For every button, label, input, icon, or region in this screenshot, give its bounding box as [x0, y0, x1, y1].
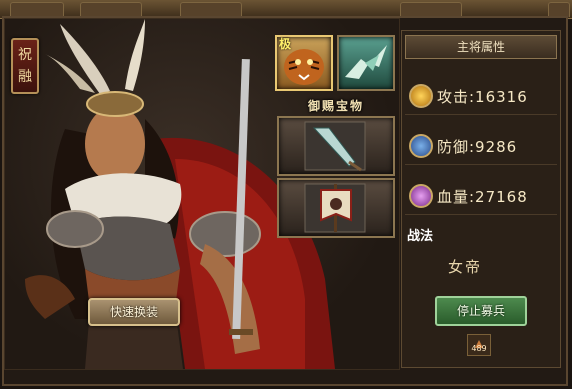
stop-recruit-button[interactable]: 停止募兵 [435, 296, 527, 326]
treasure-slot-spear[interactable] [277, 116, 395, 176]
attack-row: 攻击:16316 [405, 80, 557, 115]
recruit-count: 489 [471, 344, 487, 353]
top-tab[interactable] [180, 2, 242, 17]
close-icon[interactable] [548, 2, 570, 17]
quick-change-equipment-button[interactable]: 快速换装 [88, 298, 180, 326]
hp-row: 血量:27168 [405, 180, 557, 215]
spear-treasure-icon [304, 121, 366, 172]
attributes-header: 主将属性 [405, 35, 557, 59]
defense-row: 防御:9286 [405, 130, 557, 165]
attack-icon [409, 84, 433, 108]
general-name: 祝融 [18, 47, 32, 85]
skill-grade-badge: 极 [279, 37, 292, 51]
tiger-skill-slot[interactable]: 极 [275, 35, 333, 91]
shield-icon [409, 134, 433, 158]
top-tab[interactable] [400, 2, 462, 17]
attack-value: 攻击:16316 [437, 88, 528, 106]
general-name-badge: 祝融 [11, 38, 39, 94]
tactics-label: 战法 [407, 229, 434, 244]
top-tab[interactable] [80, 2, 142, 17]
tactics-value: 女帝 [447, 258, 482, 276]
treasure-slot-banner[interactable] [277, 178, 395, 238]
hp-value: 血量:27168 [437, 188, 528, 206]
defense-value: 防御:9286 [437, 138, 518, 156]
banner-treasure-icon [304, 183, 366, 233]
treasure-title: 御赐宝物 [307, 99, 364, 113]
hp-icon [409, 184, 433, 208]
eagle-skill-slot[interactable] [337, 35, 395, 91]
top-tab[interactable] [10, 2, 64, 17]
eagle-skill-icon [345, 45, 387, 79]
